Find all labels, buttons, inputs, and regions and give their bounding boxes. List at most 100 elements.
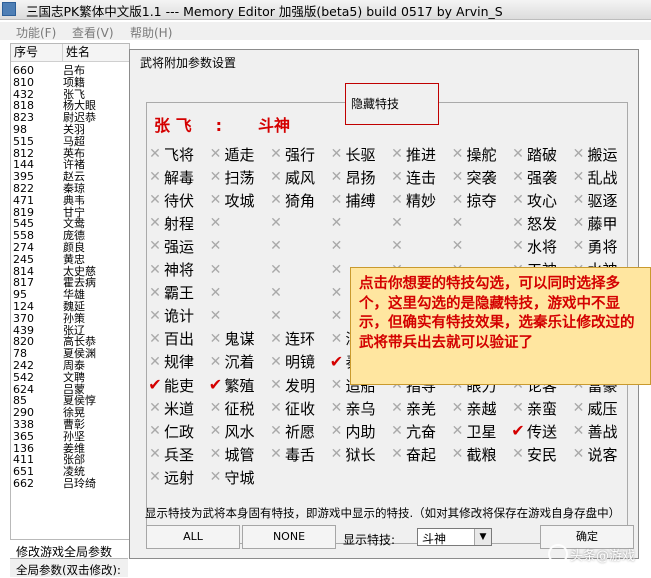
- skill-checkbox[interactable]: ✕: [328, 283, 346, 303]
- skill-checkbox[interactable]: ✔ 能吏: [146, 375, 194, 395]
- list-item[interactable]: 338 曹彰: [11, 419, 129, 431]
- skill-checkbox[interactable]: ✕ 亲越: [449, 398, 497, 418]
- skill-checkbox[interactable]: ✕ 奋起: [388, 444, 436, 464]
- skill-checkbox[interactable]: ✕ 米道: [146, 398, 194, 418]
- skill-checkbox[interactable]: ✕ 精妙: [388, 190, 436, 210]
- skill-checkbox[interactable]: ✕: [328, 213, 346, 233]
- skill-checkbox[interactable]: ✕ 踏破: [509, 144, 557, 164]
- menu-view[interactable]: 查看(V): [72, 24, 114, 41]
- skill-checkbox[interactable]: ✕ 攻城: [207, 190, 255, 210]
- skill-checkbox[interactable]: ✕ 攻心: [509, 190, 557, 210]
- skill-checkbox[interactable]: ✕: [267, 213, 285, 233]
- skill-checkbox[interactable]: ✕ 强运: [146, 236, 194, 256]
- skill-checkbox[interactable]: ✕ 突袭: [449, 167, 497, 187]
- skill-checkbox[interactable]: ✕ 安民: [509, 444, 557, 464]
- skill-checkbox[interactable]: ✕: [267, 283, 285, 303]
- skill-checkbox[interactable]: ✕ 掠夺: [449, 190, 497, 210]
- skill-checkbox[interactable]: ✕ 发明: [267, 375, 315, 395]
- skill-checkbox[interactable]: ✕: [207, 283, 225, 303]
- skill-checkbox[interactable]: ✕ 强袭: [509, 167, 557, 187]
- list-item[interactable]: 124 魏延: [11, 301, 129, 313]
- skill-checkbox[interactable]: ✕ 亲蛮: [509, 398, 557, 418]
- skill-checkbox[interactable]: ✕ 捕缚: [328, 190, 376, 210]
- list-item[interactable]: 515 马超: [11, 135, 129, 148]
- skill-checkbox[interactable]: ✕: [388, 213, 406, 233]
- skill-checkbox[interactable]: ✕ 明镜: [267, 352, 315, 372]
- skill-checkbox[interactable]: ✕ 神将: [146, 260, 194, 280]
- skill-checkbox[interactable]: ✕: [328, 236, 346, 256]
- skill-checkbox[interactable]: ✕ 连环: [267, 329, 315, 349]
- skill-checkbox[interactable]: ✕ 威风: [267, 167, 315, 187]
- chevron-down-icon[interactable]: ▼: [474, 529, 491, 545]
- skill-checkbox[interactable]: ✕: [328, 306, 346, 326]
- all-button[interactable]: ALL: [146, 525, 240, 549]
- skill-checkbox[interactable]: ✕ 操舵: [449, 144, 497, 164]
- skill-checkbox[interactable]: ✕ 亢奋: [388, 421, 436, 441]
- skill-checkbox[interactable]: ✕ 守城: [207, 467, 255, 487]
- list-item[interactable]: 370 孙策: [11, 312, 129, 325]
- column-header-id[interactable]: 序号: [11, 44, 63, 61]
- skill-checkbox[interactable]: ✕ 强行: [267, 144, 315, 164]
- skill-checkbox[interactable]: ✕: [388, 236, 406, 256]
- skill-checkbox[interactable]: ✕ 百出: [146, 329, 194, 349]
- skill-checkbox[interactable]: ✕ 扫荡: [207, 167, 255, 187]
- skill-checkbox[interactable]: ✕ 驱逐: [570, 190, 618, 210]
- skill-checkbox[interactable]: ✕ 鬼谋: [207, 329, 255, 349]
- list-item[interactable]: 471 典韦: [11, 194, 129, 207]
- skill-checkbox[interactable]: ✕ 勇将: [570, 236, 618, 256]
- skill-checkbox[interactable]: ✕ 霸王: [146, 283, 194, 303]
- show-skill-select[interactable]: 斗神 ▼: [417, 528, 492, 546]
- skill-checkbox[interactable]: ✔ 传送: [509, 421, 557, 441]
- skill-checkbox[interactable]: ✕ 推进: [388, 144, 436, 164]
- skill-checkbox[interactable]: ✕: [267, 260, 285, 280]
- skill-checkbox[interactable]: ✕ 水将: [509, 236, 557, 256]
- skill-checkbox[interactable]: ✕ 昂扬: [328, 167, 376, 187]
- skill-checkbox[interactable]: ✕ 乱战: [570, 167, 618, 187]
- skill-checkbox[interactable]: ✕: [207, 306, 225, 326]
- skill-checkbox[interactable]: ✕ 内助: [328, 421, 376, 441]
- skill-checkbox[interactable]: ✕ 飞将: [146, 144, 194, 164]
- skill-checkbox[interactable]: ✕ 亲羌: [388, 398, 436, 418]
- skill-checkbox[interactable]: ✕ 怒发: [509, 213, 557, 233]
- none-button[interactable]: NONE: [242, 525, 336, 549]
- skill-checkbox[interactable]: ✕ 远射: [146, 467, 194, 487]
- skill-checkbox[interactable]: ✕ 狱长: [328, 444, 376, 464]
- skill-checkbox[interactable]: ✕ 善战: [570, 421, 618, 441]
- skill-checkbox[interactable]: ✕ 长驱: [328, 144, 376, 164]
- list-item[interactable]: 245 黄忠: [11, 253, 129, 266]
- skill-checkbox[interactable]: ✕ 藤甲: [570, 213, 618, 233]
- skill-checkbox[interactable]: ✕: [328, 260, 346, 280]
- list-item[interactable]: 274 颜良: [11, 242, 129, 254]
- skill-checkbox[interactable]: ✔ 繁殖: [207, 375, 255, 395]
- skill-checkbox[interactable]: ✕: [449, 236, 467, 256]
- list-item[interactable]: 810 项籍: [11, 76, 129, 89]
- skill-checkbox[interactable]: ✕ 截粮: [449, 444, 497, 464]
- skill-checkbox[interactable]: ✕ 猗角: [267, 190, 315, 210]
- column-header-name[interactable]: 姓名: [63, 44, 129, 61]
- skill-checkbox[interactable]: ✕: [207, 236, 225, 256]
- skill-checkbox[interactable]: ✕: [449, 213, 467, 233]
- skill-checkbox[interactable]: ✕ 待伏: [146, 190, 194, 210]
- skill-checkbox[interactable]: ✕: [207, 213, 225, 233]
- skill-checkbox[interactable]: ✕ 风水: [207, 421, 255, 441]
- skill-checkbox[interactable]: ✕: [267, 236, 285, 256]
- skill-checkbox[interactable]: ✕ 射程: [146, 213, 194, 233]
- skill-checkbox[interactable]: ✕ 连击: [388, 167, 436, 187]
- skill-checkbox[interactable]: ✕ 威压: [570, 398, 618, 418]
- menu-function[interactable]: 功能(F): [16, 24, 56, 41]
- list-item[interactable]: 822 秦琼: [11, 183, 129, 195]
- skill-checkbox[interactable]: ✕ 规律: [146, 352, 194, 372]
- menu-help[interactable]: 帮助(H): [130, 24, 172, 41]
- list-item[interactable]: 662 吕玲绮: [11, 478, 129, 490]
- skill-checkbox[interactable]: ✕: [267, 306, 285, 326]
- skill-checkbox[interactable]: ✕ 说客: [570, 444, 618, 464]
- list-item[interactable]: 365 孙坚: [11, 430, 129, 443]
- skill-checkbox[interactable]: ✕ 祈愿: [267, 421, 315, 441]
- list-item[interactable]: 242 周泰: [11, 360, 129, 372]
- skill-checkbox[interactable]: ✕: [207, 260, 225, 280]
- skill-checkbox[interactable]: ✕ 亲乌: [328, 398, 376, 418]
- skill-checkbox[interactable]: ✕ 兵圣: [146, 444, 194, 464]
- skill-checkbox[interactable]: ✕ 城管: [207, 444, 255, 464]
- skill-checkbox[interactable]: ✕ 搬运: [570, 144, 618, 164]
- skill-checkbox[interactable]: ✕ 解毒: [146, 167, 194, 187]
